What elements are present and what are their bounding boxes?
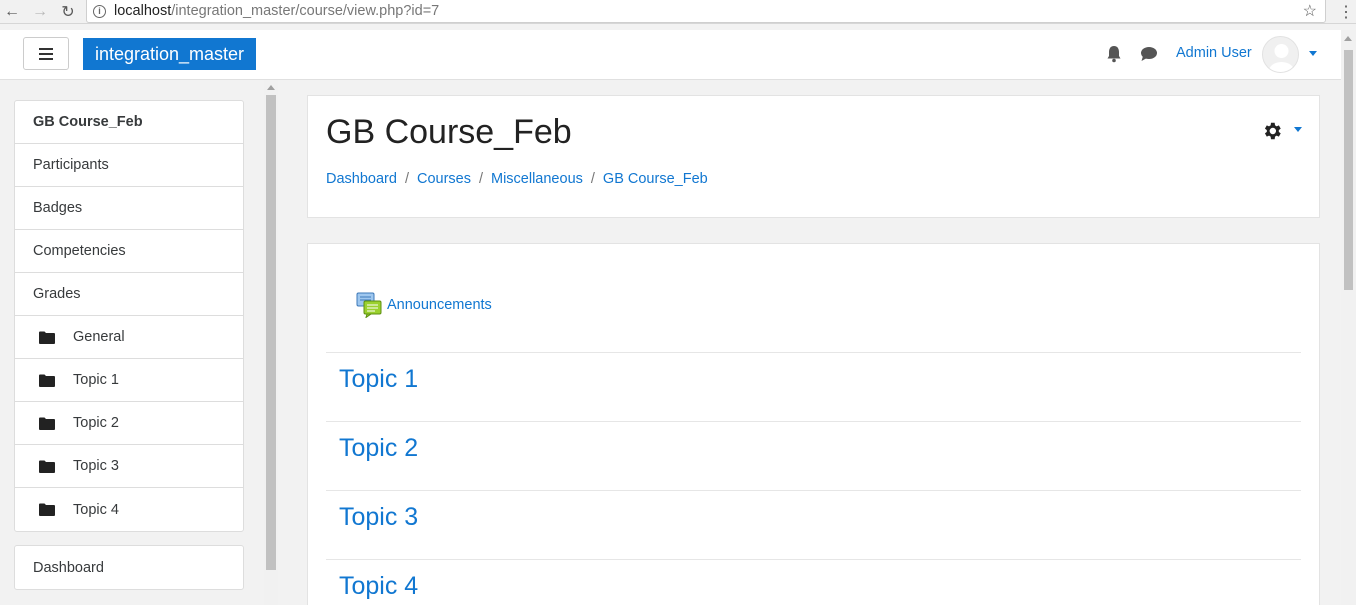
breadcrumb-course[interactable]: GB Course_Feb [603, 171, 708, 187]
drawer-item-label: Badges [33, 200, 83, 216]
section-title-topic-3[interactable]: Topic 3 [339, 503, 418, 532]
site-navbar: integration_master Admin User [0, 30, 1356, 80]
drawer-toggle-button[interactable] [23, 37, 69, 70]
announcements-activity[interactable]: Announcements [356, 292, 492, 318]
page-title: GB Course_Feb [326, 113, 572, 151]
breadcrumb-dashboard[interactable]: Dashboard [326, 171, 397, 187]
gear-icon[interactable] [1261, 120, 1283, 142]
breadcrumb-separator: / [404, 171, 409, 187]
menu-icon-bar [39, 57, 53, 60]
course-section: Topic 2 [326, 421, 1301, 490]
course-nav-block: GB Course_Feb Participants Badges Compet… [14, 100, 244, 532]
drawer-item-label: Dashboard [33, 559, 104, 576]
drawer-item-topic-3[interactable]: Topic 3 [15, 445, 243, 488]
section-title-topic-2[interactable]: Topic 2 [339, 434, 418, 463]
breadcrumb: Dashboard / Courses / Miscellaneous / GB… [326, 171, 708, 187]
drawer-item-general[interactable]: General [15, 316, 243, 359]
browser-menu-icon[interactable]: ⋮ [1338, 2, 1354, 22]
menu-icon-bar [39, 52, 53, 55]
breadcrumb-separator: / [478, 171, 483, 187]
drawer-item-topic-4[interactable]: Topic 4 [15, 488, 243, 531]
section-title-topic-4[interactable]: Topic 4 [339, 572, 418, 601]
forward-icon[interactable]: → [30, 2, 50, 22]
back-icon[interactable]: ← [2, 2, 22, 22]
drawer-scrollbar[interactable] [264, 80, 278, 605]
drawer-item-label: Topic 2 [73, 415, 119, 431]
chevron-down-icon[interactable] [1309, 51, 1317, 56]
drawer-scrollbar-thumb[interactable] [266, 95, 276, 570]
drawer-item-badges[interactable]: Badges [15, 187, 243, 230]
drawer-item-label: Topic 4 [73, 501, 119, 518]
drawer-item-course[interactable]: GB Course_Feb [15, 101, 243, 144]
course-content: Announcements Topic 1 Topic 2 Topic 3 To… [307, 243, 1320, 605]
page-scrollbar-thumb[interactable] [1344, 50, 1353, 290]
site-brand-link[interactable]: integration_master [83, 38, 256, 70]
bell-icon[interactable] [1106, 45, 1122, 63]
drawer-item-topic-2[interactable]: Topic 2 [15, 402, 243, 445]
section-title-topic-1[interactable]: Topic 1 [339, 365, 418, 394]
drawer-item-label: General [73, 329, 125, 345]
folder-icon [39, 417, 55, 430]
folder-icon [39, 331, 55, 344]
chevron-down-icon[interactable] [1294, 127, 1302, 132]
user-name-link[interactable]: Admin User [1176, 45, 1252, 61]
drawer-item-participants[interactable]: Participants [15, 144, 243, 187]
scroll-up-icon[interactable] [1344, 36, 1352, 41]
course-section: Topic 4 [326, 559, 1301, 605]
breadcrumb-miscellaneous[interactable]: Miscellaneous [491, 171, 583, 187]
drawer-item-label: Competencies [33, 243, 126, 259]
drawer-item-label: GB Course_Feb [33, 114, 143, 130]
folder-icon [39, 503, 55, 516]
course-section: Topic 1 [326, 352, 1301, 421]
drawer-item-topic-1[interactable]: Topic 1 [15, 359, 243, 402]
browser-toolbar: ← → ↻ i localhost/integration_master/cou… [0, 0, 1356, 24]
announcements-link[interactable]: Announcements [387, 297, 492, 313]
breadcrumb-separator: / [590, 171, 595, 187]
url-host: localhost [114, 3, 172, 19]
url-path: /integration_master/course/view.php?id=7 [171, 3, 440, 19]
info-icon[interactable]: i [93, 4, 106, 18]
drawer-item-competencies[interactable]: Competencies [15, 230, 243, 273]
user-silhouette-icon [1268, 44, 1295, 72]
page-scrollbar[interactable] [1341, 30, 1356, 605]
address-bar[interactable]: i localhost/integration_master/course/vi… [86, 0, 1326, 23]
menu-icon-bar [39, 47, 53, 50]
drawer-item-grades[interactable]: Grades [15, 273, 243, 316]
bookmark-star-icon[interactable]: ☆ [1303, 1, 1317, 21]
folder-icon [39, 460, 55, 473]
page-header: GB Course_Feb Dashboard / Courses / Misc… [307, 95, 1320, 218]
drawer-item-label: Participants [33, 157, 109, 173]
drawer-item-label: Grades [33, 286, 81, 302]
drawer-item-label: Topic 3 [73, 458, 119, 474]
site-nav-block: Dashboard [14, 545, 244, 590]
folder-icon [39, 374, 55, 387]
chat-icon[interactable] [1140, 45, 1158, 63]
forum-icon [356, 292, 382, 318]
nav-drawer: GB Course_Feb Participants Badges Compet… [14, 100, 244, 590]
drawer-item-dashboard[interactable]: Dashboard [15, 546, 243, 589]
breadcrumb-courses[interactable]: Courses [417, 171, 471, 187]
avatar[interactable] [1262, 36, 1299, 73]
scroll-up-icon[interactable] [267, 85, 275, 90]
drawer-item-label: Topic 1 [73, 372, 119, 388]
course-section: Topic 3 [326, 490, 1301, 559]
reload-icon[interactable]: ↻ [58, 2, 78, 22]
